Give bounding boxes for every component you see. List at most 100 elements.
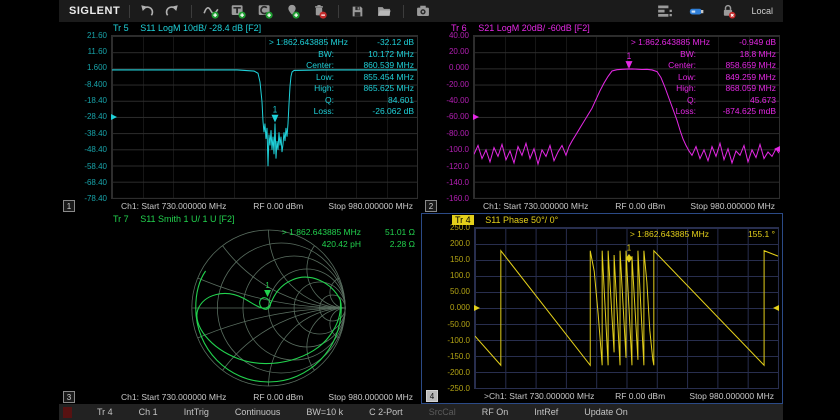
toolbar-separator <box>338 5 339 18</box>
marker-value: -0.949 dB <box>724 37 776 49</box>
trace-header-tr4[interactable]: Tr 4 S11 Phase 50°/ 0° <box>422 214 782 227</box>
reference-level-marker[interactable] <box>473 114 479 120</box>
y-axis-scale: 250.0200.0150.0100.050.000.000-50.00-100… <box>422 227 474 389</box>
svg-text:1: 1 <box>627 242 632 252</box>
start-frequency[interactable]: Ch1: Start 730.000000 MHz <box>75 392 233 402</box>
plot-area-2[interactable]: 1 > 1:862.643885 MHz -0.949 dB BW:18.8 M… <box>473 35 780 199</box>
marker-1[interactable]: 1 <box>626 242 632 262</box>
marker-value: 155.1 ° <box>723 229 775 241</box>
window-number-badge-active[interactable]: 4 <box>426 390 438 402</box>
stop-frequency[interactable]: Stop 980.000000 MHz <box>323 201 417 211</box>
screenshot-icon[interactable] <box>415 3 431 19</box>
status-bar-item[interactable]: RF On <box>469 407 522 417</box>
stop-frequency[interactable]: Stop 980.000000 MHz <box>323 392 417 402</box>
window-number-badge[interactable]: 1 <box>63 200 75 212</box>
bandwidth-readout-row: Center:860.539 MHz <box>269 60 414 72</box>
marker-frequency: > 1:862.643885 MHz <box>269 37 348 49</box>
local-remote-status[interactable]: Local <box>751 6 773 16</box>
window-layout-icon[interactable] <box>657 3 673 19</box>
record-indicator <box>63 407 72 418</box>
status-bar-item[interactable]: IntTrig <box>171 407 222 417</box>
marker-frequency: > 1:862.643885 MHz <box>631 37 710 49</box>
add-marker-icon[interactable] <box>284 3 300 19</box>
status-bar-item[interactable]: Update On <box>571 407 641 417</box>
bandwidth-readout-row: High:868.059 MHz <box>631 83 776 95</box>
channel-status-bar: 3 Ch1: Start 730.000000 MHz RF 0.00 dBm … <box>59 390 421 404</box>
vna-application: SIGLENT Local <box>0 0 840 420</box>
bandwidth-readout-row: Low:855.454 MHz <box>269 72 414 84</box>
marker-readout: > 1:862.643885 MHz51.01 Ω420.42 pH2.28 Ω <box>282 227 415 250</box>
reference-level-marker[interactable] <box>474 305 480 311</box>
trace-window-3: Tr 7 S11 Smith 1 U/ 1 U [F2] <box>59 213 421 404</box>
channel-status-bar: 1 Ch1: Start 730.000000 MHz RF 0.00 dBm … <box>59 199 421 213</box>
recall-icon[interactable] <box>376 3 392 19</box>
save-icon[interactable] <box>350 4 365 19</box>
bottom-status-bar: Tr 4Ch 1IntTrigContinuousBW=10 kC 2-Port… <box>59 404 783 420</box>
trace-format: S11 Smith 1 U/ 1 U [F2] <box>140 214 234 224</box>
new-channel-icon[interactable] <box>257 3 273 19</box>
marker-frequency: > 1:862.643885 MHz <box>630 229 709 241</box>
status-bar-item[interactable]: Ch 1 <box>126 407 171 417</box>
trace-header-tr5[interactable]: Tr 5 S11 LogM 10dB/ -28.4 dB [F2] <box>59 22 421 35</box>
top-toolbar: SIGLENT Local <box>59 0 783 22</box>
window-number-badge[interactable]: 2 <box>425 200 437 212</box>
stop-frequency[interactable]: Stop 980.000000 MHz <box>685 201 779 211</box>
reference-level-marker-right <box>773 305 779 311</box>
bandwidth-readout-row: Q:45.673 <box>631 95 776 107</box>
toolbar-separator <box>129 5 130 18</box>
undo-icon[interactable] <box>139 4 154 19</box>
reference-level-marker[interactable] <box>111 114 117 120</box>
rf-power[interactable]: RF 0.00 dBm <box>233 392 323 402</box>
usb-icon <box>688 4 705 19</box>
bandwidth-readout-row: Loss:-874.625 mdB <box>631 106 776 118</box>
trace-name: Tr 7 <box>113 214 129 224</box>
add-trace-icon[interactable] <box>203 3 219 19</box>
bandwidth-readout-row: Q:84.601 <box>269 95 414 107</box>
status-bar-item[interactable]: BW=10 k <box>293 407 356 417</box>
smith-chart-area[interactable]: 1 > 1:862.643885 MHz51.01 Ω420.42 pH2.28… <box>62 226 418 390</box>
smith-chart-canvas: 1 <box>62 226 418 390</box>
trace-format: S11 LogM 10dB/ -28.4 dB [F2] <box>140 23 261 33</box>
bandwidth-readout-row: Center:858.659 MHz <box>631 60 776 72</box>
toolbar-status-group: Local <box>657 3 773 19</box>
stop-frequency[interactable]: Stop 980.000000 MHz <box>685 391 778 401</box>
rf-power[interactable]: RF 0.00 dBm <box>233 201 323 211</box>
status-bar-item[interactable]: Continuous <box>222 407 294 417</box>
trace-s11-phase <box>475 251 778 366</box>
lock-icon[interactable] <box>720 3 736 19</box>
plot-area-1[interactable]: 1 > 1:862.643885 MHz -32.12 dB BW:10.172… <box>111 35 418 199</box>
trace-format: S11 Phase 50°/ 0° <box>485 215 558 225</box>
bandwidth-readout-row: Low:849.259 MHz <box>631 72 776 84</box>
delete-icon[interactable] <box>311 3 327 19</box>
marker-1[interactable]: 1 <box>264 281 271 297</box>
rf-power[interactable]: RF 0.00 dBm <box>596 391 685 401</box>
plot-area-4[interactable]: 1 > 1:862.643885 MHz 155.1 ° <box>474 227 779 389</box>
window-number-badge[interactable]: 3 <box>63 391 75 403</box>
status-bar-item[interactable]: C 2-Port <box>356 407 416 417</box>
marker-readout: > 1:862.643885 MHz 155.1 ° <box>630 229 775 241</box>
trace-header-tr7[interactable]: Tr 7 S11 Smith 1 U/ 1 U [F2] <box>59 213 421 226</box>
trace-header-tr6[interactable]: Tr 6 S21 LogM 20dB/ -60dB [F2] <box>421 22 783 35</box>
toolbar-separator <box>191 5 192 18</box>
trace-name: Tr 5 <box>113 23 129 33</box>
bandwidth-readout-row: BW:10.172 MHz <box>269 49 414 61</box>
phase-trace-canvas: 1 <box>475 228 778 388</box>
channel-status-bar: 2 Ch1: Start 730.000000 MHz RF 0.00 dBm … <box>421 199 783 213</box>
new-trace-window-icon[interactable] <box>230 3 246 19</box>
y-axis-scale: 40.0020.000.000-20.00-40.00-60.00-80.00-… <box>421 35 473 199</box>
trace-window-2: Tr 6 S21 LogM 20dB/ -60dB [F2] 40.0020.0… <box>421 22 783 213</box>
trace-window-1: Tr 5 S11 LogM 10dB/ -28.4 dB [F2] 21.601… <box>59 22 421 213</box>
redo-icon[interactable] <box>165 4 180 19</box>
status-bar-item[interactable]: IntRef <box>521 407 571 417</box>
instrument-screen: SIGLENT Local <box>59 0 783 420</box>
status-bar-item[interactable]: Tr 4 <box>84 407 126 417</box>
status-bar-item[interactable]: SrcCal <box>416 407 469 417</box>
rf-power[interactable]: RF 0.00 dBm <box>595 201 685 211</box>
trace-window-4-active: Tr 4 S11 Phase 50°/ 0° 250.0200.0150.010… <box>421 213 783 404</box>
trace-end-marker <box>774 146 780 152</box>
siglent-logo: SIGLENT <box>69 5 120 17</box>
toolbar-separator <box>403 5 404 18</box>
marker-readout: > 1:862.643885 MHz -0.949 dB BW:18.8 MHz… <box>631 37 776 118</box>
toolbar-icon-group <box>139 3 431 19</box>
marker-readout: > 1:862.643885 MHz -32.12 dB BW:10.172 M… <box>269 37 414 118</box>
